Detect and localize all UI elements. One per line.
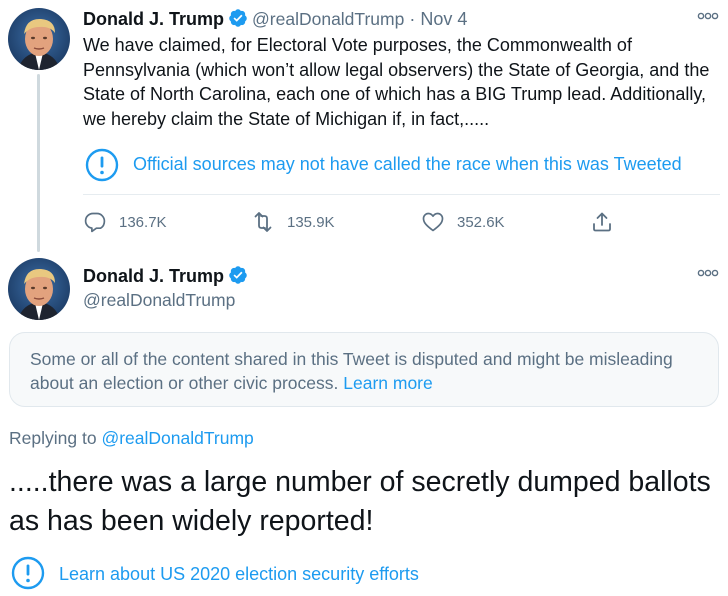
avatar[interactable] xyxy=(8,258,70,320)
replying-prefix: Replying to xyxy=(9,428,97,448)
tweet-actions: 136.7K 135.9K 352.6K xyxy=(83,204,633,240)
retweet-icon xyxy=(254,212,272,232)
author-handle[interactable]: @realDonaldTrump xyxy=(252,9,404,29)
more-icon[interactable] xyxy=(697,11,719,21)
tweet-text: .....there was a large number of secretl… xyxy=(9,466,711,537)
like-button[interactable]: 352.6K xyxy=(421,204,505,240)
exclamation-circle-icon xyxy=(11,556,45,590)
share-icon xyxy=(593,212,611,232)
election-security-text[interactable]: Learn about US 2020 election security ef… xyxy=(59,564,419,585)
heart-icon xyxy=(422,212,444,232)
avatar[interactable] xyxy=(8,8,70,70)
disputed-text: Some or all of the content shared in thi… xyxy=(30,347,690,395)
tweet-date[interactable]: Nov 4 xyxy=(420,9,467,29)
election-notice-text[interactable]: Official sources may not have called the… xyxy=(133,154,682,175)
replying-to: Replying to @realDonaldTrump xyxy=(9,428,254,449)
reply-count: 136.7K xyxy=(119,213,167,231)
author-name[interactable]: Donald J. Trump xyxy=(83,266,224,286)
disputed-content-notice: Some or all of the content shared in thi… xyxy=(9,332,719,407)
author-handle[interactable]: @realDonaldTrump xyxy=(83,290,235,311)
tweet-header: Donald J. Trump xyxy=(83,265,252,287)
author-name[interactable]: Donald J. Trump xyxy=(83,9,224,29)
thread-connector xyxy=(37,74,40,252)
verified-badge-icon xyxy=(228,265,248,285)
election-notice[interactable]: Official sources may not have called the… xyxy=(83,137,720,195)
exclamation-circle-icon xyxy=(85,148,119,182)
verified-badge-icon xyxy=(228,8,248,28)
like-count: 352.6K xyxy=(457,213,505,231)
retweet-button[interactable]: 135.9K xyxy=(251,204,335,240)
replying-handle-link[interactable]: @realDonaldTrump xyxy=(101,428,253,448)
reply-button[interactable]: 136.7K xyxy=(83,204,167,240)
share-button[interactable] xyxy=(590,204,614,240)
more-icon[interactable] xyxy=(697,268,719,278)
election-security-link[interactable]: Learn about US 2020 election security ef… xyxy=(9,553,509,593)
tweet-text: We have claimed, for Electoral Vote purp… xyxy=(83,35,710,129)
separator-dot: · xyxy=(409,9,416,29)
retweet-count: 135.9K xyxy=(287,213,335,231)
reply-icon xyxy=(84,212,106,233)
tweet-header: Donald J. Trump @realDonaldTrump · Nov 4 xyxy=(83,8,467,30)
learn-more-link[interactable]: Learn more xyxy=(343,373,433,393)
